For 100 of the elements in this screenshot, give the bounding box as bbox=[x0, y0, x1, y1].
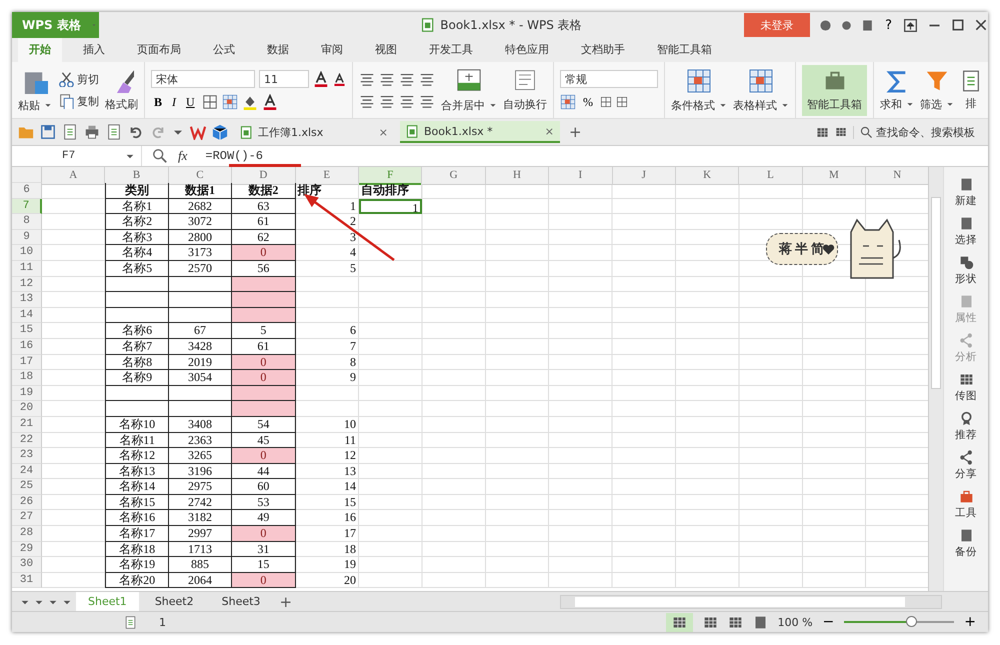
caret-icon[interactable] bbox=[719, 101, 727, 109]
column-header[interactable]: L bbox=[739, 167, 803, 185]
maximize-icon[interactable] bbox=[951, 18, 965, 32]
merge-icon[interactable] bbox=[456, 68, 482, 94]
print-icon[interactable] bbox=[84, 124, 100, 140]
column-header[interactable]: G bbox=[422, 167, 486, 185]
row-header[interactable]: 29 bbox=[12, 542, 42, 558]
formula-field[interactable]: =ROW()-6 bbox=[197, 149, 263, 163]
fill-color-icon[interactable] bbox=[242, 94, 258, 110]
align-icon[interactable] bbox=[399, 93, 415, 109]
sort-button[interactable]: 排 bbox=[966, 96, 976, 110]
row-header[interactable]: 8 bbox=[12, 214, 42, 230]
row-header[interactable]: 15 bbox=[12, 323, 42, 339]
align-icon[interactable] bbox=[379, 93, 395, 109]
row-header[interactable]: 27 bbox=[12, 510, 42, 526]
side-panel-button[interactable]: 形状 bbox=[955, 255, 978, 286]
wrap-icon[interactable] bbox=[513, 68, 537, 92]
align-icon[interactable] bbox=[379, 71, 395, 87]
new-tab-button[interactable]: + bbox=[566, 123, 585, 141]
menu-tab[interactable]: 特色应用 bbox=[494, 38, 560, 62]
row-header[interactable]: 26 bbox=[12, 494, 42, 510]
cut-icon[interactable] bbox=[58, 71, 74, 87]
number-format-select[interactable]: 常规 bbox=[560, 70, 658, 88]
menu-tab[interactable]: 开发工具 bbox=[418, 38, 484, 62]
caret-icon[interactable] bbox=[781, 101, 789, 109]
caret-icon[interactable] bbox=[44, 101, 52, 109]
italic-button[interactable]: I bbox=[169, 94, 180, 110]
row-header[interactable]: 25 bbox=[12, 479, 42, 495]
login-button[interactable]: 未登录 bbox=[744, 13, 810, 37]
row-header[interactable]: 31 bbox=[12, 572, 42, 588]
side-panel-button[interactable]: 分享 bbox=[955, 450, 978, 481]
column-header[interactable]: F bbox=[358, 167, 422, 185]
side-panel-button[interactable]: 备份 bbox=[955, 528, 978, 559]
column-header[interactable]: A bbox=[42, 167, 106, 185]
column-header[interactable]: M bbox=[802, 167, 866, 185]
justify-icon[interactable] bbox=[419, 93, 435, 109]
zoom-out-button[interactable]: − bbox=[822, 614, 834, 630]
reading-view-icon[interactable] bbox=[752, 614, 768, 630]
document-tab[interactable]: 工作簿1.xlsx × bbox=[234, 121, 394, 143]
row-header[interactable]: 20 bbox=[12, 401, 42, 417]
page-break-icon[interactable] bbox=[702, 614, 718, 630]
zoom-slider-thumb[interactable] bbox=[906, 616, 918, 627]
vertical-scrollbar[interactable] bbox=[928, 167, 944, 591]
close-icon[interactable] bbox=[974, 18, 988, 32]
normal-view-icon[interactable] bbox=[672, 614, 687, 630]
menu-tab[interactable]: 智能工具箱 bbox=[646, 38, 723, 62]
pin-icon[interactable] bbox=[903, 18, 918, 32]
column-header[interactable]: K bbox=[676, 167, 740, 185]
copy-button[interactable]: 复制 bbox=[77, 94, 99, 108]
row-header[interactable]: 18 bbox=[12, 370, 42, 386]
menu-tab[interactable]: 审阅 bbox=[310, 38, 354, 62]
toolbox-button[interactable]: 智能工具箱 bbox=[802, 64, 867, 116]
row-header[interactable]: 13 bbox=[12, 292, 42, 308]
row-header[interactable]: 24 bbox=[12, 464, 42, 480]
table-style-button[interactable]: 表格样式 bbox=[733, 98, 777, 112]
side-panel-button[interactable]: 选择 bbox=[955, 216, 978, 247]
menu-tab[interactable]: 插入 bbox=[72, 38, 116, 62]
bold-button[interactable]: B bbox=[151, 94, 166, 110]
w-logo-icon[interactable] bbox=[190, 124, 206, 140]
menu-tab[interactable]: 数据 bbox=[256, 38, 300, 62]
add-sheet-button[interactable]: + bbox=[276, 592, 296, 610]
column-header[interactable]: J bbox=[612, 167, 676, 185]
underline-button[interactable]: U bbox=[183, 94, 198, 110]
zoom-icon[interactable] bbox=[152, 148, 168, 164]
row-header[interactable]: 21 bbox=[12, 416, 42, 432]
row-header[interactable]: 30 bbox=[12, 557, 42, 573]
format-painter-button[interactable]: 格式刷 bbox=[105, 96, 138, 112]
cut-button[interactable]: 剪切 bbox=[77, 72, 99, 86]
copy-icon[interactable] bbox=[58, 93, 74, 109]
column-header[interactable]: H bbox=[486, 167, 550, 185]
zoom-in-button[interactable]: + bbox=[964, 614, 976, 630]
sheet-tab[interactable]: Sheet3 bbox=[210, 592, 272, 611]
align-icon[interactable] bbox=[359, 93, 375, 109]
align-icon[interactable] bbox=[399, 71, 415, 87]
row-header[interactable]: 17 bbox=[12, 354, 42, 370]
close-tab-button[interactable]: × bbox=[544, 124, 554, 138]
row-header[interactable]: 7 bbox=[12, 198, 42, 214]
conditional-format-button[interactable]: 条件格式 bbox=[671, 98, 715, 112]
cell-style-icon[interactable] bbox=[222, 94, 238, 110]
shrink-font-icon[interactable] bbox=[333, 72, 346, 86]
column-header[interactable]: E bbox=[296, 167, 359, 185]
row-header[interactable]: 14 bbox=[12, 308, 42, 324]
conditional-format-icon[interactable] bbox=[686, 68, 712, 94]
menu-tab[interactable]: 页面布局 bbox=[126, 38, 192, 62]
font-color-icon[interactable] bbox=[262, 94, 278, 110]
sum-button[interactable]: 求和 bbox=[880, 96, 902, 112]
column-header[interactable]: B bbox=[105, 167, 169, 185]
table-style-icon[interactable] bbox=[748, 68, 774, 94]
font-size-select[interactable]: 11 bbox=[259, 70, 309, 88]
side-panel-button[interactable]: 传图 bbox=[955, 372, 978, 403]
layout-view-icon[interactable] bbox=[728, 614, 743, 630]
search-field[interactable]: 查找命令、搜索模板 bbox=[853, 126, 988, 138]
font-select[interactable]: 宋体 bbox=[151, 70, 255, 88]
merge-center-button[interactable]: 合并居中 bbox=[441, 98, 485, 112]
fx-button[interactable]: fx bbox=[178, 148, 188, 164]
menu-tab[interactable]: 视图 bbox=[364, 38, 408, 62]
column-header[interactable]: C bbox=[168, 167, 232, 185]
row-header[interactable]: 12 bbox=[12, 276, 42, 292]
cube-icon[interactable] bbox=[212, 124, 228, 140]
percent-button[interactable]: % bbox=[580, 94, 596, 110]
